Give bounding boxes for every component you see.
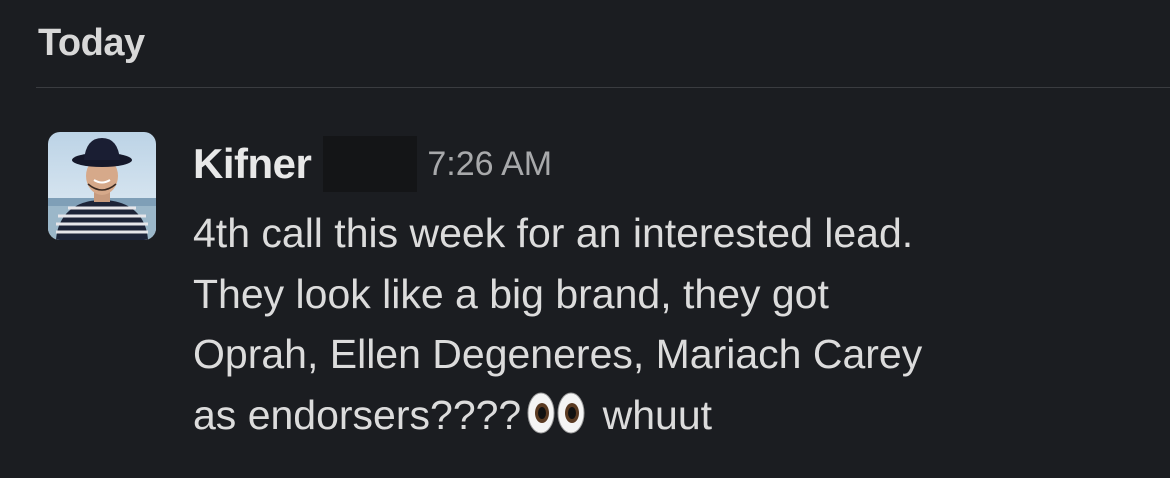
message-line: They look like a big brand, they got xyxy=(193,270,829,317)
avatar-photo xyxy=(48,132,156,240)
avatar[interactable] xyxy=(48,132,156,240)
chat-screen: Today Kifner 7:26 AM 4th call this week … xyxy=(0,0,1170,478)
eyes-emoji xyxy=(525,391,587,452)
redacted-block xyxy=(323,136,418,192)
message-line: 4th call this week for an interested lea… xyxy=(193,210,914,256)
message-trailing-text: whuut xyxy=(602,391,713,438)
message-timestamp[interactable]: 7:26 AM xyxy=(427,145,552,184)
message-line: as endorsers???? xyxy=(193,391,522,438)
sender-name[interactable]: Kifner xyxy=(193,140,312,188)
message-line-last: as endorsers???? whuut xyxy=(193,385,1143,452)
day-divider-label: Today xyxy=(38,22,145,64)
day-divider-line xyxy=(36,87,1170,88)
message-line: Oprah, Ellen Degeneres, Mariach Carey xyxy=(193,331,923,377)
message-text: 4th call this week for an interested lea… xyxy=(193,203,1143,451)
message-header: Kifner 7:26 AM xyxy=(193,136,552,192)
